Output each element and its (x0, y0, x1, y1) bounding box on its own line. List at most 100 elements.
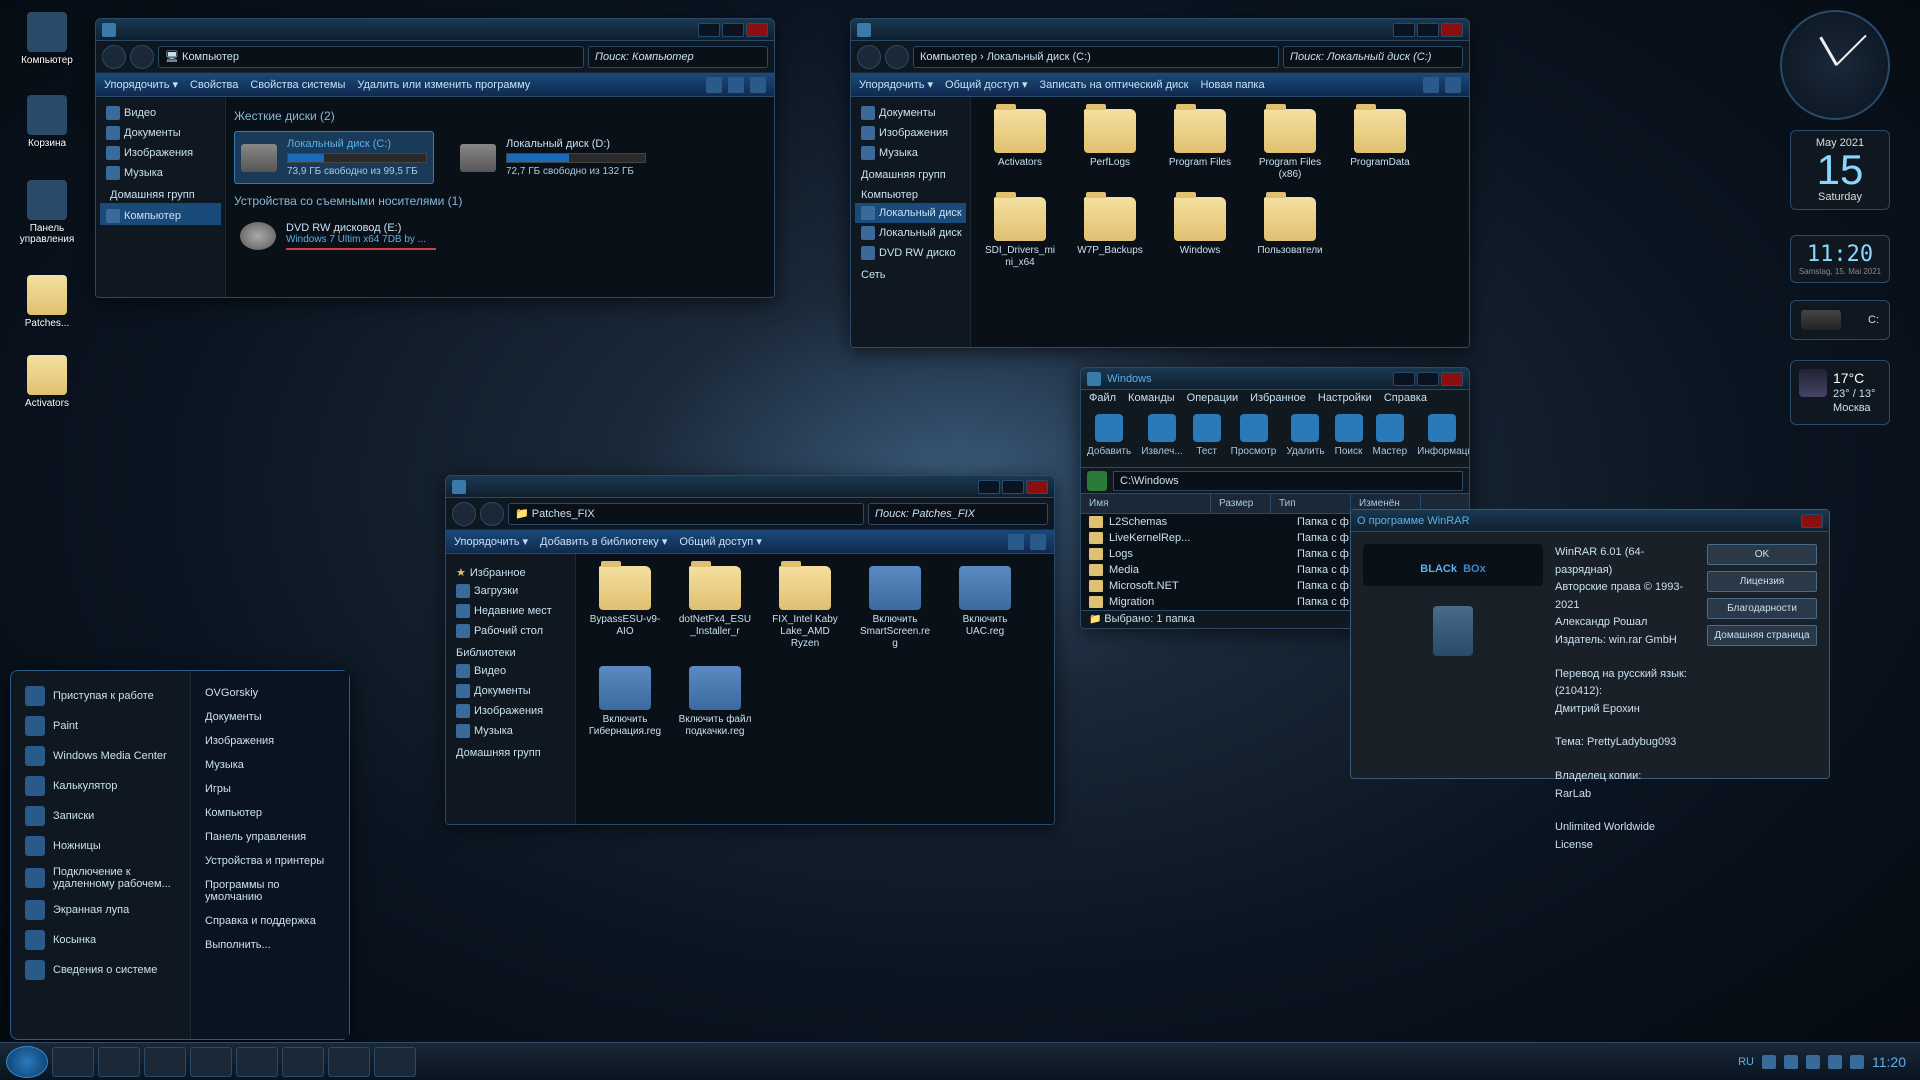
file-item[interactable]: BypassESU-v9-AIO (584, 562, 666, 654)
libraries-header[interactable]: Библиотеки (450, 641, 571, 661)
sidebar-images[interactable]: Изображения (855, 123, 966, 143)
sidebar-homegroup[interactable]: Домашняя групп (450, 741, 571, 761)
start-button[interactable] (6, 1046, 48, 1078)
up-button[interactable] (1087, 471, 1107, 491)
folder-item[interactable]: Program Files (x86) (1249, 105, 1331, 185)
col-type[interactable]: Тип (1271, 494, 1351, 513)
minimize-button[interactable] (978, 480, 1000, 494)
taskbar-explorer[interactable] (98, 1047, 140, 1077)
startmenu-place[interactable]: Музыка (197, 753, 343, 777)
close-button[interactable] (1801, 514, 1823, 528)
desktop-icon-activators[interactable]: Activators (12, 355, 82, 409)
taskbar-app1[interactable] (236, 1047, 278, 1077)
search-box[interactable]: Поиск: Локальный диск (C:) (1283, 46, 1463, 68)
startmenu-item[interactable]: Экранная лупа (17, 895, 184, 925)
forward-button[interactable] (480, 502, 504, 526)
search-box[interactable]: Поиск: Patches_FIX (868, 503, 1048, 525)
maximize-button[interactable] (1417, 23, 1439, 37)
taskbar-ie[interactable] (52, 1047, 94, 1077)
sidebar-network[interactable]: Сеть (855, 263, 966, 283)
file-item[interactable]: FIX_Intel Kaby Lake_AMD Ryzen (764, 562, 846, 654)
titlebar[interactable] (446, 476, 1054, 498)
tray-icon[interactable] (1806, 1055, 1820, 1069)
organize-menu[interactable]: Упорядочить ▾ (859, 78, 933, 91)
minimize-button[interactable] (698, 23, 720, 37)
uninstall-button[interactable]: Удалить или изменить программу (357, 79, 530, 91)
volume-icon[interactable] (1850, 1055, 1864, 1069)
startmenu-place[interactable]: Компьютер (197, 801, 343, 825)
back-button[interactable] (452, 502, 476, 526)
help-icon[interactable] (1030, 534, 1046, 550)
desktop-icon-recycle[interactable]: Корзина (12, 95, 82, 149)
sidebar-disk-c[interactable]: Локальный диск (855, 203, 966, 223)
menu-help[interactable]: Справка (1384, 392, 1427, 406)
ok-button[interactable]: OK (1707, 544, 1817, 565)
taskbar-app2[interactable] (282, 1047, 324, 1077)
library-menu[interactable]: Добавить в библиотеку ▾ (540, 535, 667, 548)
sidebar-images[interactable]: Изображения (450, 701, 571, 721)
minimize-button[interactable] (1393, 372, 1415, 386)
disk-d[interactable]: Локальный диск (D:) 72,7 ГБ свободно из … (454, 131, 652, 184)
disk-c[interactable]: Локальный диск (C:) 73,9 ГБ свободно из … (234, 131, 434, 184)
maximize-button[interactable] (1417, 372, 1439, 386)
minimize-button[interactable] (1393, 23, 1415, 37)
sidebar-music[interactable]: Музыка (855, 143, 966, 163)
sidebar-video[interactable]: Видео (100, 103, 221, 123)
help-icon[interactable] (1445, 77, 1461, 93)
wizard-button[interactable]: Мастер (1373, 414, 1408, 461)
file-item[interactable]: Включить SmartScreen.reg (854, 562, 936, 654)
taskbar-mediaplayer[interactable] (144, 1047, 186, 1077)
file-item[interactable]: dotNetFx4_ESU_Installer_r (674, 562, 756, 654)
taskbar-app4[interactable] (374, 1047, 416, 1077)
startmenu-item[interactable]: Записки (17, 801, 184, 831)
desktop-icon-controlpanel[interactable]: Панель управления (12, 180, 82, 245)
desktop-icon-patches[interactable]: Patches... (12, 275, 82, 329)
startmenu-item[interactable]: Косынка (17, 925, 184, 955)
startmenu-place[interactable]: OVGorskiy (197, 681, 343, 705)
view-button[interactable]: Просмотр (1231, 414, 1277, 461)
file-item[interactable]: Включить Гибернация.reg (584, 662, 666, 742)
search-box[interactable]: Поиск: Компьютер (588, 46, 768, 68)
close-button[interactable] (1441, 23, 1463, 37)
view-icon[interactable] (1423, 77, 1439, 93)
folder-item[interactable]: Activators (979, 105, 1061, 185)
startmenu-item[interactable]: Windows Media Center (17, 741, 184, 771)
dvd-drive[interactable]: DVD RW дисковод (E:) Windows 7 Ultim x64… (234, 216, 766, 256)
folder-item[interactable]: PerfLogs (1069, 105, 1151, 185)
tray-icon[interactable] (1762, 1055, 1776, 1069)
taskbar-app3[interactable] (328, 1047, 370, 1077)
sidebar-recent[interactable]: Недавние мест (450, 601, 571, 621)
startmenu-place[interactable]: Выполнить... (197, 933, 343, 957)
titlebar[interactable] (96, 19, 774, 41)
startmenu-place[interactable]: Игры (197, 777, 343, 801)
back-button[interactable] (857, 45, 881, 69)
view-icon[interactable] (1008, 534, 1024, 550)
gadget-digital-clock[interactable]: 11:20 Samstag, 15. Mai 2021 (1790, 235, 1890, 283)
taskbar-chrome[interactable] (190, 1047, 232, 1077)
thanks-button[interactable]: Благодарности (1707, 598, 1817, 619)
sidebar-documents[interactable]: Документы (450, 681, 571, 701)
help-icon[interactable] (750, 77, 766, 93)
gadget-calendar[interactable]: May 2021 15 Saturday (1790, 130, 1890, 210)
sidebar-images[interactable]: Изображения (100, 143, 221, 163)
close-button[interactable] (746, 23, 768, 37)
homepage-button[interactable]: Домашняя страница (1707, 625, 1817, 646)
sidebar-music[interactable]: Музыка (100, 163, 221, 183)
share-menu[interactable]: Общий доступ ▾ (679, 535, 761, 548)
maximize-button[interactable] (1002, 480, 1024, 494)
startmenu-item[interactable]: Приступая к работе (17, 681, 184, 711)
folder-item[interactable]: Пользователи (1249, 193, 1331, 273)
address-bar[interactable]: 🖥 Компьютер (158, 46, 584, 68)
startmenu-place[interactable]: Программы по умолчанию (197, 873, 343, 909)
view-icon[interactable] (706, 77, 722, 93)
startmenu-place[interactable]: Устройства и принтеры (197, 849, 343, 873)
delete-button[interactable]: Удалить (1286, 414, 1324, 461)
tray-icon[interactable] (1784, 1055, 1798, 1069)
sidebar-documents[interactable]: Документы (855, 103, 966, 123)
clock[interactable]: 11:20 (1872, 1054, 1906, 1070)
find-button[interactable]: Поиск (1335, 414, 1363, 461)
titlebar[interactable]: Windows (1081, 368, 1469, 390)
share-menu[interactable]: Общий доступ ▾ (945, 78, 1027, 91)
file-item[interactable]: Включить UAC.reg (944, 562, 1026, 654)
sidebar-music[interactable]: Музыка (450, 721, 571, 741)
